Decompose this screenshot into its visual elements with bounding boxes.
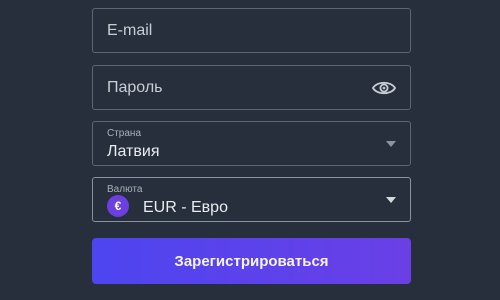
chevron-down-icon <box>386 141 396 147</box>
currency-label: Валюта <box>107 184 143 195</box>
register-button[interactable]: Зарегистрироваться <box>92 238 411 284</box>
country-value: Латвия <box>107 143 160 160</box>
currency-select[interactable]: Валюта € EUR - Евро <box>92 177 411 222</box>
email-placeholder: E-mail <box>107 22 153 39</box>
chevron-down-icon <box>386 197 396 203</box>
eye-icon[interactable] <box>372 78 396 98</box>
country-label: Страна <box>107 128 142 139</box>
country-select[interactable]: Страна Латвия <box>92 121 411 166</box>
password-field[interactable]: Пароль <box>92 65 411 110</box>
currency-value: EUR - Евро <box>143 199 228 216</box>
euro-icon: € <box>107 195 129 217</box>
password-placeholder: Пароль <box>107 79 163 96</box>
email-field[interactable]: E-mail <box>92 8 411 53</box>
